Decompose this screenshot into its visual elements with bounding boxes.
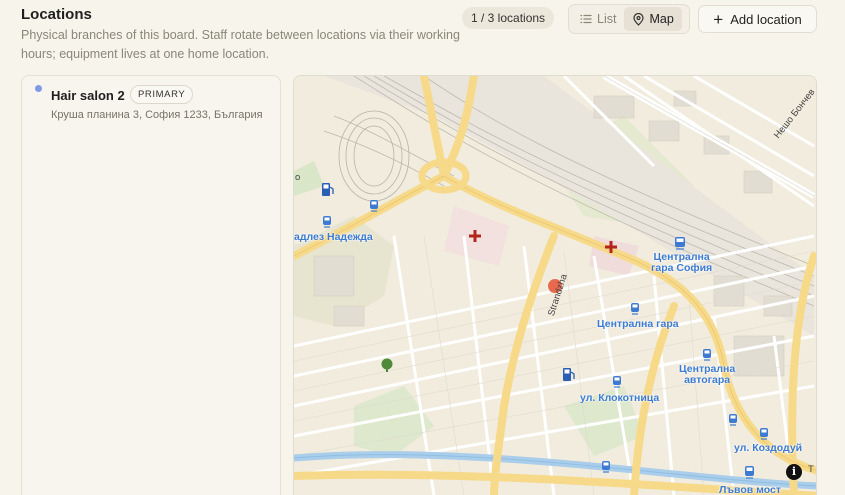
map-label-nadezhda: адлез Надежда [294, 231, 373, 243]
street-label-edge-right: Т [808, 464, 814, 475]
add-location-label: Add location [730, 11, 802, 27]
page-description: Physical branches of this board. Staff r… [21, 28, 460, 61]
street-label-edge-left: о [295, 172, 301, 183]
tree-icon [381, 358, 393, 372]
map-label-klokotnitsa: ул. Клокотница [580, 392, 660, 404]
location-color-dot [35, 85, 42, 92]
tram-icon [613, 376, 621, 388]
list-view-button[interactable]: List [571, 7, 624, 31]
tram-icon [703, 349, 711, 361]
tram-icon [323, 216, 331, 228]
fuel-station-icon [322, 183, 334, 196]
page-title: Locations [21, 6, 92, 23]
location-address: Круша планина 3, София 1233, България [51, 109, 263, 121]
map-label-line: гара София [651, 262, 713, 274]
hospital-icon [605, 241, 617, 253]
tram-icon [729, 414, 737, 426]
fuel-station-icon [563, 368, 575, 381]
view-toggle: List Map [568, 4, 690, 34]
map-label-avtogara: Централна автогара [679, 364, 735, 386]
tram-icon [631, 303, 639, 315]
tram-icon [370, 200, 378, 212]
location-list: Hair salon 2 PRIMARY Круша планина 3, Со… [21, 75, 281, 495]
plus-icon: + [713, 9, 724, 29]
map-label-lavov-most: Лъвов мост [719, 484, 782, 495]
tram-icon [602, 461, 610, 473]
location-name: Hair salon 2 [51, 88, 125, 103]
list-view-label: List [597, 12, 617, 26]
location-list-item[interactable]: Hair salon 2 PRIMARY Круша планина 3, Со… [22, 76, 280, 130]
map-pin-icon [633, 12, 645, 26]
bus-station-icon [745, 466, 754, 479]
map-label-line: автогара [684, 374, 731, 386]
map-view-button[interactable]: Map [624, 7, 682, 31]
tram-icon [760, 428, 768, 440]
map-view[interactable]: адлез Надежда Централна гара София Центр… [293, 75, 817, 495]
primary-badge: PRIMARY [130, 85, 194, 104]
location-count-badge: 1 / 3 locations [462, 7, 555, 29]
hospital-icon [469, 230, 481, 242]
map-label-kozloduy: ул. Коздодуй [734, 442, 803, 454]
add-location-button[interactable]: + Add location [698, 5, 817, 33]
map-attribution-info-button[interactable]: i [786, 464, 802, 480]
map-label-gara-sofia: Централна гара София [651, 252, 712, 274]
map-view-label: Map [649, 12, 674, 26]
map-label-tsentralna-gara: Централна гара [597, 318, 679, 330]
list-icon [580, 14, 592, 24]
train-station-icon [675, 237, 685, 250]
